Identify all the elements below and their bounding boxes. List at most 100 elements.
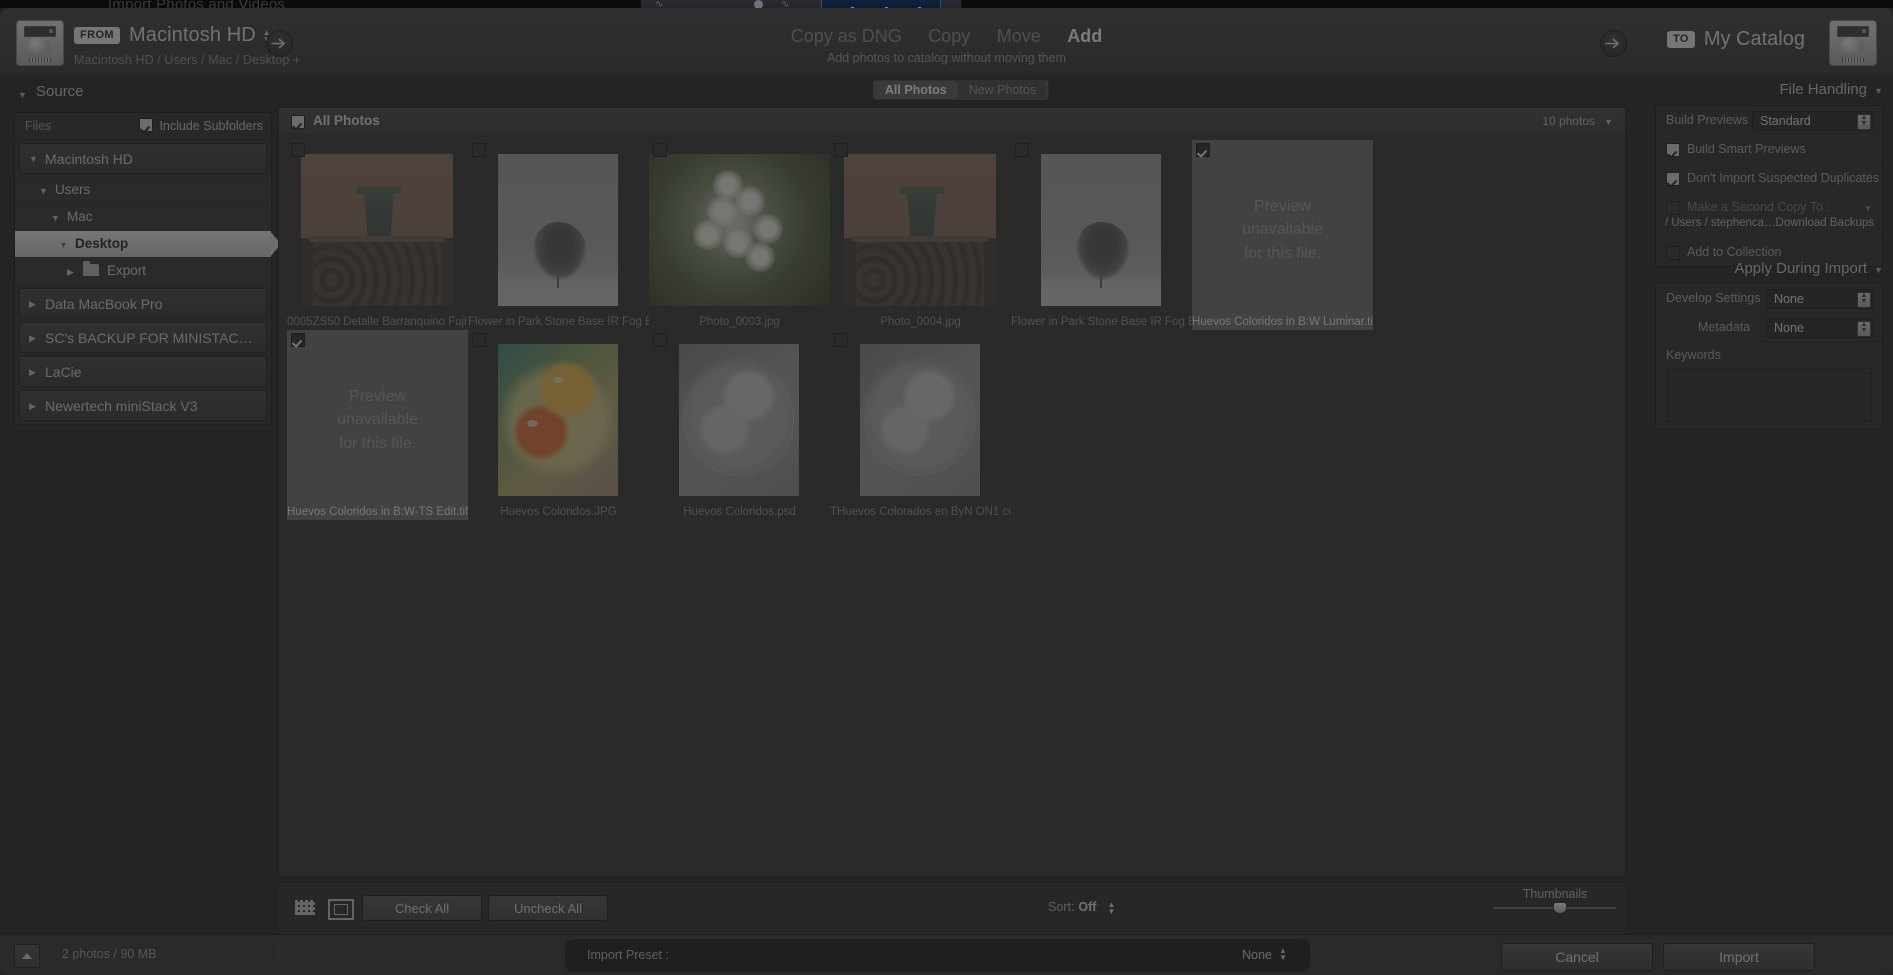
file-handling-header[interactable]: File Handling ▼ (1643, 77, 1893, 103)
photo-thumbnail (649, 154, 830, 306)
arrow-right-icon-right[interactable] (1600, 30, 1627, 57)
tree-volume-sc-backup[interactable]: ▶ SC's BACKUP FOR MINISTACK & OTH… (19, 322, 267, 353)
tab-new-photos[interactable]: New Photos (959, 81, 1046, 99)
photo-checkbox[interactable] (834, 142, 854, 160)
chevron-down-icon[interactable]: ▼ (18, 90, 27, 100)
grid-cell[interactable]: Huevos Coloridos.JPG (468, 330, 649, 520)
dont-import-duplicates-row[interactable]: Don't Import Suspected Duplicates (1656, 164, 1882, 193)
photo-checkbox[interactable] (653, 142, 673, 160)
chevron-right-icon[interactable]: ▶ (67, 267, 74, 278)
chevron-right-icon[interactable]: ▶ (29, 401, 36, 412)
chevron-down-icon[interactable]: ▼ (1864, 204, 1872, 213)
to-catalog-selector[interactable]: TO My Catalog (1666, 28, 1805, 51)
mode-add[interactable]: Add (1067, 26, 1102, 47)
tree-item-label: Desktop (75, 236, 129, 251)
source-panel-header[interactable]: ▼ Source (14, 83, 270, 109)
include-subfolders-toggle[interactable]: Include Subfolders (139, 118, 263, 133)
build-smart-previews-row[interactable]: Build Smart Previews (1656, 135, 1882, 164)
second-copy-checkbox[interactable] (1666, 200, 1686, 218)
tree-volume-macintosh-hd[interactable]: ▼ Macintosh HD (19, 143, 267, 174)
metadata-select[interactable]: None ▲ ▼ (1766, 318, 1874, 338)
import-preset-chevron-icon[interactable]: ▲ ▼ (1279, 947, 1288, 962)
tree-item-export[interactable]: ▶ Export (15, 258, 271, 285)
build-previews-select[interactable]: Standard ▲ ▼ (1752, 111, 1874, 131)
second-copy-row[interactable]: Make a Second Copy To : ▼ / Users / step… (1656, 193, 1882, 238)
grid-cell-selected[interactable]: Preview unavailable for this file. Huevo… (1192, 140, 1373, 330)
mode-copy[interactable]: Copy (928, 26, 970, 47)
slider-knob[interactable] (1552, 902, 1567, 914)
grid-cell[interactable]: Flower in Park Stone Base IR Fog Bright … (1011, 140, 1192, 330)
chevron-down-icon[interactable]: ▼ (59, 240, 68, 250)
file-handling-title: File Handling (1779, 81, 1867, 98)
photo-checkbox[interactable] (291, 142, 311, 160)
chevron-down-icon[interactable]: ▼ (29, 154, 38, 164)
tree-volume-newertech-ministack[interactable]: ▶ Newertech miniStack V3 (19, 390, 267, 421)
photo-checkbox[interactable] (472, 142, 492, 160)
from-source-selector[interactable]: FROMMacintosh HD▲▼ (74, 24, 272, 47)
grid-cell[interactable]: Huevos Coloridos.psd (649, 330, 830, 520)
photo-checkbox[interactable] (653, 332, 673, 350)
build-smart-previews-checkbox[interactable] (1666, 142, 1686, 160)
tree-volume-lacie[interactable]: ▶ LaCie (19, 356, 267, 387)
cancel-button[interactable]: Cancel (1501, 943, 1653, 971)
dont-import-duplicates-label: Don't Import Suspected Duplicates (1687, 171, 1880, 185)
tree-item-users[interactable]: ▼ Users (15, 177, 271, 204)
tree-item-mac[interactable]: ▼ Mac (15, 204, 271, 231)
apply-during-import-title: Apply During Import (1734, 260, 1867, 277)
tab-all-photos[interactable]: All Photos (874, 81, 957, 99)
import-preset-bar[interactable]: Import Preset : None ▲ ▼ (565, 939, 1310, 972)
grid-cell[interactable]: THuevos Colorados en ByN ON1 copy.tif (830, 330, 1011, 520)
thumbnail-size-slider[interactable]: Thumbnails (1494, 887, 1616, 914)
photo-checkbox[interactable] (834, 332, 854, 350)
slider-track[interactable] (1494, 902, 1616, 914)
develop-settings-row: Develop Settings None ▲ ▼ (1656, 284, 1882, 313)
tree-volume-data-macbook-pro[interactable]: ▶ Data MacBook Pro (19, 288, 267, 319)
photo-checkbox[interactable] (291, 332, 311, 350)
chevron-down-icon[interactable]: ▼ (1874, 265, 1883, 275)
grid-view-icon[interactable] (295, 900, 315, 915)
chevron-right-icon[interactable]: ▶ (29, 299, 36, 310)
photo-checkbox[interactable] (472, 332, 492, 350)
photo-thumbnail (830, 344, 1011, 496)
source-panel: ▼ Source Files Include Subfolders ▼ Maci… (0, 73, 281, 935)
chevron-down-icon[interactable]: ▼ (1604, 117, 1613, 127)
stepper-icon[interactable]: ▲ ▼ (1857, 321, 1871, 337)
thumbnails-label: Thumbnails (1522, 887, 1588, 901)
sort-control[interactable]: Sort: Off ▲ ▼ (1048, 900, 1115, 915)
chevron-down-icon[interactable]: ▼ (1874, 86, 1883, 96)
sort-chevron-icon[interactable]: ▲ ▼ (1103, 900, 1115, 915)
mode-move[interactable]: Move (997, 26, 1041, 47)
dont-import-duplicates-checkbox[interactable] (1666, 171, 1686, 189)
dialog-footer: 2 photos / 90 MB Import Preset : None ▲ ▼… (0, 934, 1893, 975)
chevron-right-icon[interactable]: ▶ (29, 367, 36, 378)
grid-scrollbar[interactable] (1627, 107, 1643, 877)
grid-cell[interactable]: Photo_0004.jpg (830, 140, 1011, 330)
photo-filename: Flower in Park Stone Base IR Fog Bright … (468, 316, 649, 328)
disclosure-toggle-button[interactable] (14, 944, 40, 968)
tree-item-desktop[interactable]: ▼ Desktop (15, 231, 281, 258)
chevron-down-icon[interactable]: ▼ (39, 186, 48, 196)
tree-item-label: Newertech miniStack V3 (45, 398, 198, 414)
photo-checkbox[interactable] (1015, 142, 1035, 160)
check-all-button[interactable]: Check All (362, 895, 482, 921)
import-button[interactable]: Import (1663, 943, 1815, 971)
uncheck-all-button[interactable]: Uncheck All (488, 895, 608, 921)
stepper-icon[interactable]: ▲ ▼ (1857, 114, 1871, 130)
mode-copy-as-dng[interactable]: Copy as DNG (791, 26, 902, 47)
all-photos-checkbox[interactable] (291, 114, 311, 132)
grid-cell[interactable]: Photo_0003.jpg (649, 140, 830, 330)
source-tree-box: Files Include Subfolders ▼ Macintosh HD … (14, 112, 281, 425)
grid-cell-selected[interactable]: Preview unavailable for this file. Huevo… (287, 330, 468, 520)
grid-cell[interactable]: Flower in Park Stone Base IR Fog Bright … (468, 140, 649, 330)
apply-during-import-header[interactable]: Apply During Import ▼ (1643, 256, 1893, 282)
keywords-input[interactable] (1666, 368, 1872, 422)
chevron-right-icon[interactable]: ▶ (29, 333, 36, 344)
stepper-icon[interactable]: ▲ ▼ (1857, 292, 1871, 308)
include-subfolders-checkbox[interactable] (139, 118, 154, 132)
develop-settings-label: Develop Settings (1666, 291, 1761, 305)
grid-cell[interactable]: 0005ZS50 Detalle Barranquino Fuji Reala … (287, 140, 468, 330)
loupe-view-icon[interactable] (328, 899, 354, 920)
develop-settings-select[interactable]: None ▲ ▼ (1766, 289, 1874, 309)
photo-checkbox[interactable] (1196, 142, 1216, 160)
chevron-down-icon[interactable]: ▼ (51, 213, 60, 223)
